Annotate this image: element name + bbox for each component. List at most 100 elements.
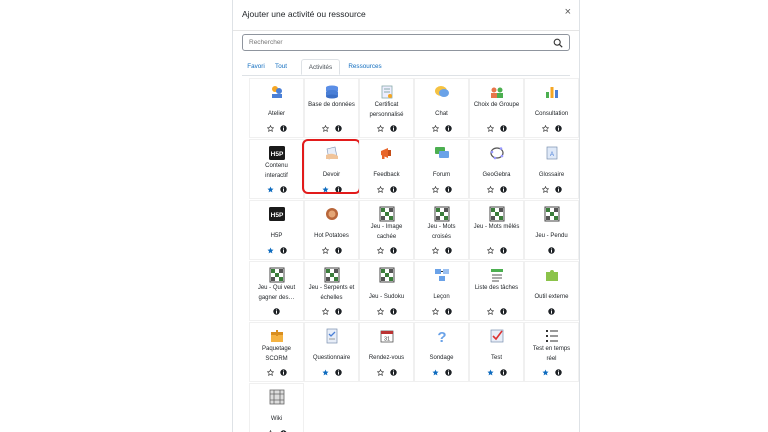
info-icon[interactable] <box>499 369 507 376</box>
info-icon[interactable] <box>499 247 507 254</box>
search-input[interactable] <box>249 36 549 49</box>
star-outline-icon[interactable] <box>376 308 384 315</box>
star-outline-icon[interactable] <box>376 125 384 132</box>
activity-tile-atelier[interactable]: Atelier <box>250 79 303 137</box>
tab-activites[interactable]: Activités <box>301 59 340 75</box>
activity-tile-jeu-sudoku[interactable]: Jeu - Sudoku <box>360 262 413 320</box>
info-icon[interactable] <box>279 369 287 376</box>
star-outline-icon[interactable] <box>431 125 439 132</box>
activity-tile-outil-externe[interactable]: Outil externe <box>525 262 578 320</box>
info-icon[interactable] <box>389 125 397 132</box>
activity-tile-le-on[interactable]: Leçon <box>415 262 468 320</box>
info-icon[interactable] <box>279 186 287 193</box>
star-outline-icon[interactable] <box>486 186 494 193</box>
star-filled-icon[interactable] <box>541 369 549 376</box>
star-outline-icon[interactable] <box>486 125 494 132</box>
activity-tile-jeu-qui-veut-gagner-des[interactable]: Jeu - Qui veut gagner des… <box>250 262 303 320</box>
info-icon[interactable] <box>273 308 280 315</box>
star-filled-icon[interactable] <box>486 369 494 376</box>
activity-tile-feedback[interactable]: Feedback <box>360 140 413 198</box>
activity-tile-test[interactable]: Test <box>470 323 523 381</box>
star-filled-icon[interactable] <box>266 186 274 193</box>
info-icon[interactable] <box>334 247 342 254</box>
info-icon[interactable] <box>389 247 397 254</box>
info-icon[interactable] <box>548 308 555 315</box>
info-icon[interactable] <box>279 125 287 132</box>
star-outline-icon[interactable] <box>541 125 549 132</box>
activity-tile-base-de-donn-es[interactable]: Base de données <box>305 79 358 137</box>
game-grid-icon <box>324 267 340 283</box>
star-outline-icon[interactable] <box>486 247 494 254</box>
activity-label: Sondage <box>429 355 454 361</box>
star-outline-icon[interactable] <box>486 308 494 315</box>
star-outline-icon[interactable] <box>431 247 439 254</box>
activity-tile-test-en-temps-r-el[interactable]: Test en temps réel <box>525 323 578 381</box>
highlight-outline <box>302 139 361 194</box>
activity-tile-jeu-pendu[interactable]: Jeu - Pendu <box>525 201 578 259</box>
star-outline-icon[interactable] <box>541 186 549 193</box>
activity-actions <box>415 186 468 194</box>
star-outline-icon[interactable] <box>376 369 384 376</box>
star-filled-icon[interactable] <box>266 247 274 254</box>
star-filled-icon[interactable] <box>321 369 329 376</box>
info-icon[interactable] <box>389 186 397 193</box>
info-icon[interactable] <box>334 369 342 376</box>
activity-tile-choix-de-groupe[interactable]: Choix de Groupe <box>470 79 523 137</box>
info-icon[interactable] <box>279 247 287 254</box>
activity-tile-forum[interactable]: Forum <box>415 140 468 198</box>
info-icon[interactable] <box>554 369 562 376</box>
activity-tile-h5p[interactable]: H5P H5P <box>250 201 303 259</box>
activity-tile-geogebra[interactable]: GeoGebra <box>470 140 523 198</box>
activity-tile-wiki[interactable]: Wiki <box>250 384 303 432</box>
activity-tile-glossaire[interactable]: A Glossaire <box>525 140 578 198</box>
activity-tile-sondage[interactable]: ? Sondage <box>415 323 468 381</box>
activity-tile-hot-potatoes[interactable]: Hot Potatoes <box>305 201 358 259</box>
info-icon[interactable] <box>554 125 562 132</box>
info-icon[interactable] <box>444 369 452 376</box>
activity-tile-jeu-mots-m-l-s[interactable]: Jeu - Mots mêlés <box>470 201 523 259</box>
info-icon[interactable] <box>548 247 555 254</box>
activity-tile-questionnaire[interactable]: Questionnaire <box>305 323 358 381</box>
star-outline-icon[interactable] <box>431 308 439 315</box>
star-outline-icon[interactable] <box>431 186 439 193</box>
tab-tout[interactable]: Tout <box>270 59 292 75</box>
star-outline-icon[interactable] <box>321 247 329 254</box>
activity-tile-jeu-image-cach-e[interactable]: Jeu - Image cachée <box>360 201 413 259</box>
star-filled-icon[interactable] <box>431 369 439 376</box>
info-icon[interactable] <box>444 125 452 132</box>
activity-actions <box>305 369 358 377</box>
activity-tile-consultation[interactable]: Consultation <box>525 79 578 137</box>
activity-tile-certificat-personnalis[interactable]: Certificat personnalisé <box>360 79 413 137</box>
info-icon[interactable] <box>334 125 342 132</box>
activity-tile-contenu-interactif[interactable]: H5P Contenu interactif <box>250 140 303 198</box>
star-outline-icon[interactable] <box>376 186 384 193</box>
info-icon[interactable] <box>444 247 452 254</box>
star-outline-icon[interactable] <box>266 369 274 376</box>
tab-favori[interactable]: Favori <box>244 59 268 75</box>
info-icon[interactable] <box>499 125 507 132</box>
close-button[interactable]: × <box>565 6 571 18</box>
star-outline-icon[interactable] <box>376 247 384 254</box>
info-icon[interactable] <box>334 308 342 315</box>
info-icon[interactable] <box>499 308 507 315</box>
activity-tile-jeu-serpents-et-chelles[interactable]: Jeu - Serpents et échelles <box>305 262 358 320</box>
activity-actions <box>470 186 523 194</box>
info-icon[interactable] <box>444 308 452 315</box>
activity-tile-jeu-mots-crois-s[interactable]: Jeu - Mots croisés <box>415 201 468 259</box>
info-icon[interactable] <box>389 369 397 376</box>
info-icon[interactable] <box>444 186 452 193</box>
activity-tile-chat[interactable]: Chat <box>415 79 468 137</box>
star-outline-icon[interactable] <box>321 125 329 132</box>
info-icon[interactable] <box>554 186 562 193</box>
activity-label: Consultation <box>534 111 569 117</box>
info-icon[interactable] <box>389 308 397 315</box>
tab-ressources[interactable]: Ressources <box>341 59 389 75</box>
activity-tile-paquetage-scorm[interactable]: Paquetage SCORM <box>250 323 303 381</box>
info-icon[interactable] <box>499 186 507 193</box>
search-icon[interactable] <box>553 38 563 48</box>
activity-actions <box>470 125 523 133</box>
activity-tile-rendez-vous[interactable]: 31 Rendez-vous <box>360 323 413 381</box>
star-outline-icon[interactable] <box>266 125 274 132</box>
star-outline-icon[interactable] <box>321 308 329 315</box>
activity-tile-liste-des-t-ches[interactable]: Liste des tâches <box>470 262 523 320</box>
